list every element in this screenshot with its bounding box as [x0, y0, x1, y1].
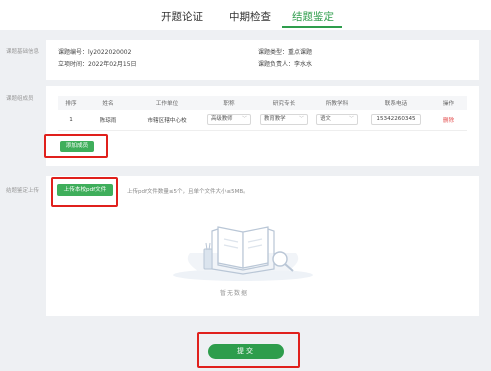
member-name: 陈琼雨	[84, 110, 132, 131]
members-table: 排序 姓名 工作单位 职称 研究专长 所教学科 联系电话 操作 1 陈琼雨 市辖…	[58, 96, 467, 131]
delete-member-link[interactable]: 删除	[443, 118, 454, 124]
chevron-down-icon: ﹀	[298, 116, 304, 123]
chevron-down-icon: ﹀	[348, 116, 354, 123]
title-select-value: 高级教师	[211, 116, 233, 123]
tab-midterm[interactable]: 中期检查	[229, 9, 271, 24]
column-header: 操作	[430, 96, 467, 110]
add-member-button[interactable]: 添加成员	[60, 141, 94, 152]
column-header: 研究专长	[256, 96, 312, 110]
column-header: 所教学科	[312, 96, 362, 110]
table-header-row: 排序 姓名 工作单位 职称 研究专长 所教学科 联系电话 操作	[58, 96, 467, 110]
project-owner: 课题负责人：李水水	[258, 61, 313, 68]
upload-pdf-button[interactable]: 上传本校pdf文件	[57, 184, 113, 196]
specialty-select-value: 教育教学	[264, 116, 286, 123]
section-label-members: 课题组成员	[6, 96, 34, 102]
project-type: 课题类型：重点课题	[258, 49, 313, 56]
project-number: 课题编号：ly2022020002	[58, 49, 132, 56]
member-order: 1	[58, 110, 84, 131]
submit-button[interactable]: 提交	[208, 344, 284, 359]
empty-illustration	[168, 213, 318, 283]
empty-state-text: 暂无数据	[220, 290, 249, 297]
tab-bar: 开题论证 中期检查 结题鉴定	[0, 0, 491, 30]
member-unit: 市辖区辖中心校	[132, 110, 202, 131]
tab-final[interactable]: 结题鉴定	[292, 9, 334, 24]
project-date: 立项时间：2022年02月15日	[58, 61, 137, 68]
active-tab-indicator	[282, 26, 342, 28]
chevron-down-icon: ﹀	[241, 116, 247, 123]
column-header: 排序	[58, 96, 84, 110]
section-label-basic-info: 课题基础信息	[6, 49, 40, 55]
empty-book-icon	[173, 226, 313, 281]
section-label-upload: 结题鉴定上传	[6, 188, 40, 194]
subject-select[interactable]: 语文 ﹀	[316, 114, 358, 126]
upload-hint: 上传pdf文件数量≤5个，且单个文件大小≤5MB。	[127, 189, 249, 195]
title-select[interactable]: 高级教师 ﹀	[207, 114, 251, 126]
column-header: 联系电话	[362, 96, 430, 110]
table-row: 1 陈琼雨 市辖区辖中心校 高级教师 ﹀ 教育教学 ﹀ 语文 ﹀ 1534226…	[58, 110, 467, 131]
subject-select-value: 语文	[320, 116, 331, 123]
specialty-select[interactable]: 教育教学 ﹀	[260, 114, 308, 126]
column-header: 工作单位	[132, 96, 202, 110]
phone-input[interactable]: 15342260345	[371, 114, 421, 126]
basic-info-card: 课题编号：ly2022020002 立项时间：2022年02月15日 课题类型：…	[46, 40, 479, 80]
column-header: 职称	[202, 96, 256, 110]
tab-proposal[interactable]: 开题论证	[161, 9, 203, 24]
column-header: 姓名	[84, 96, 132, 110]
